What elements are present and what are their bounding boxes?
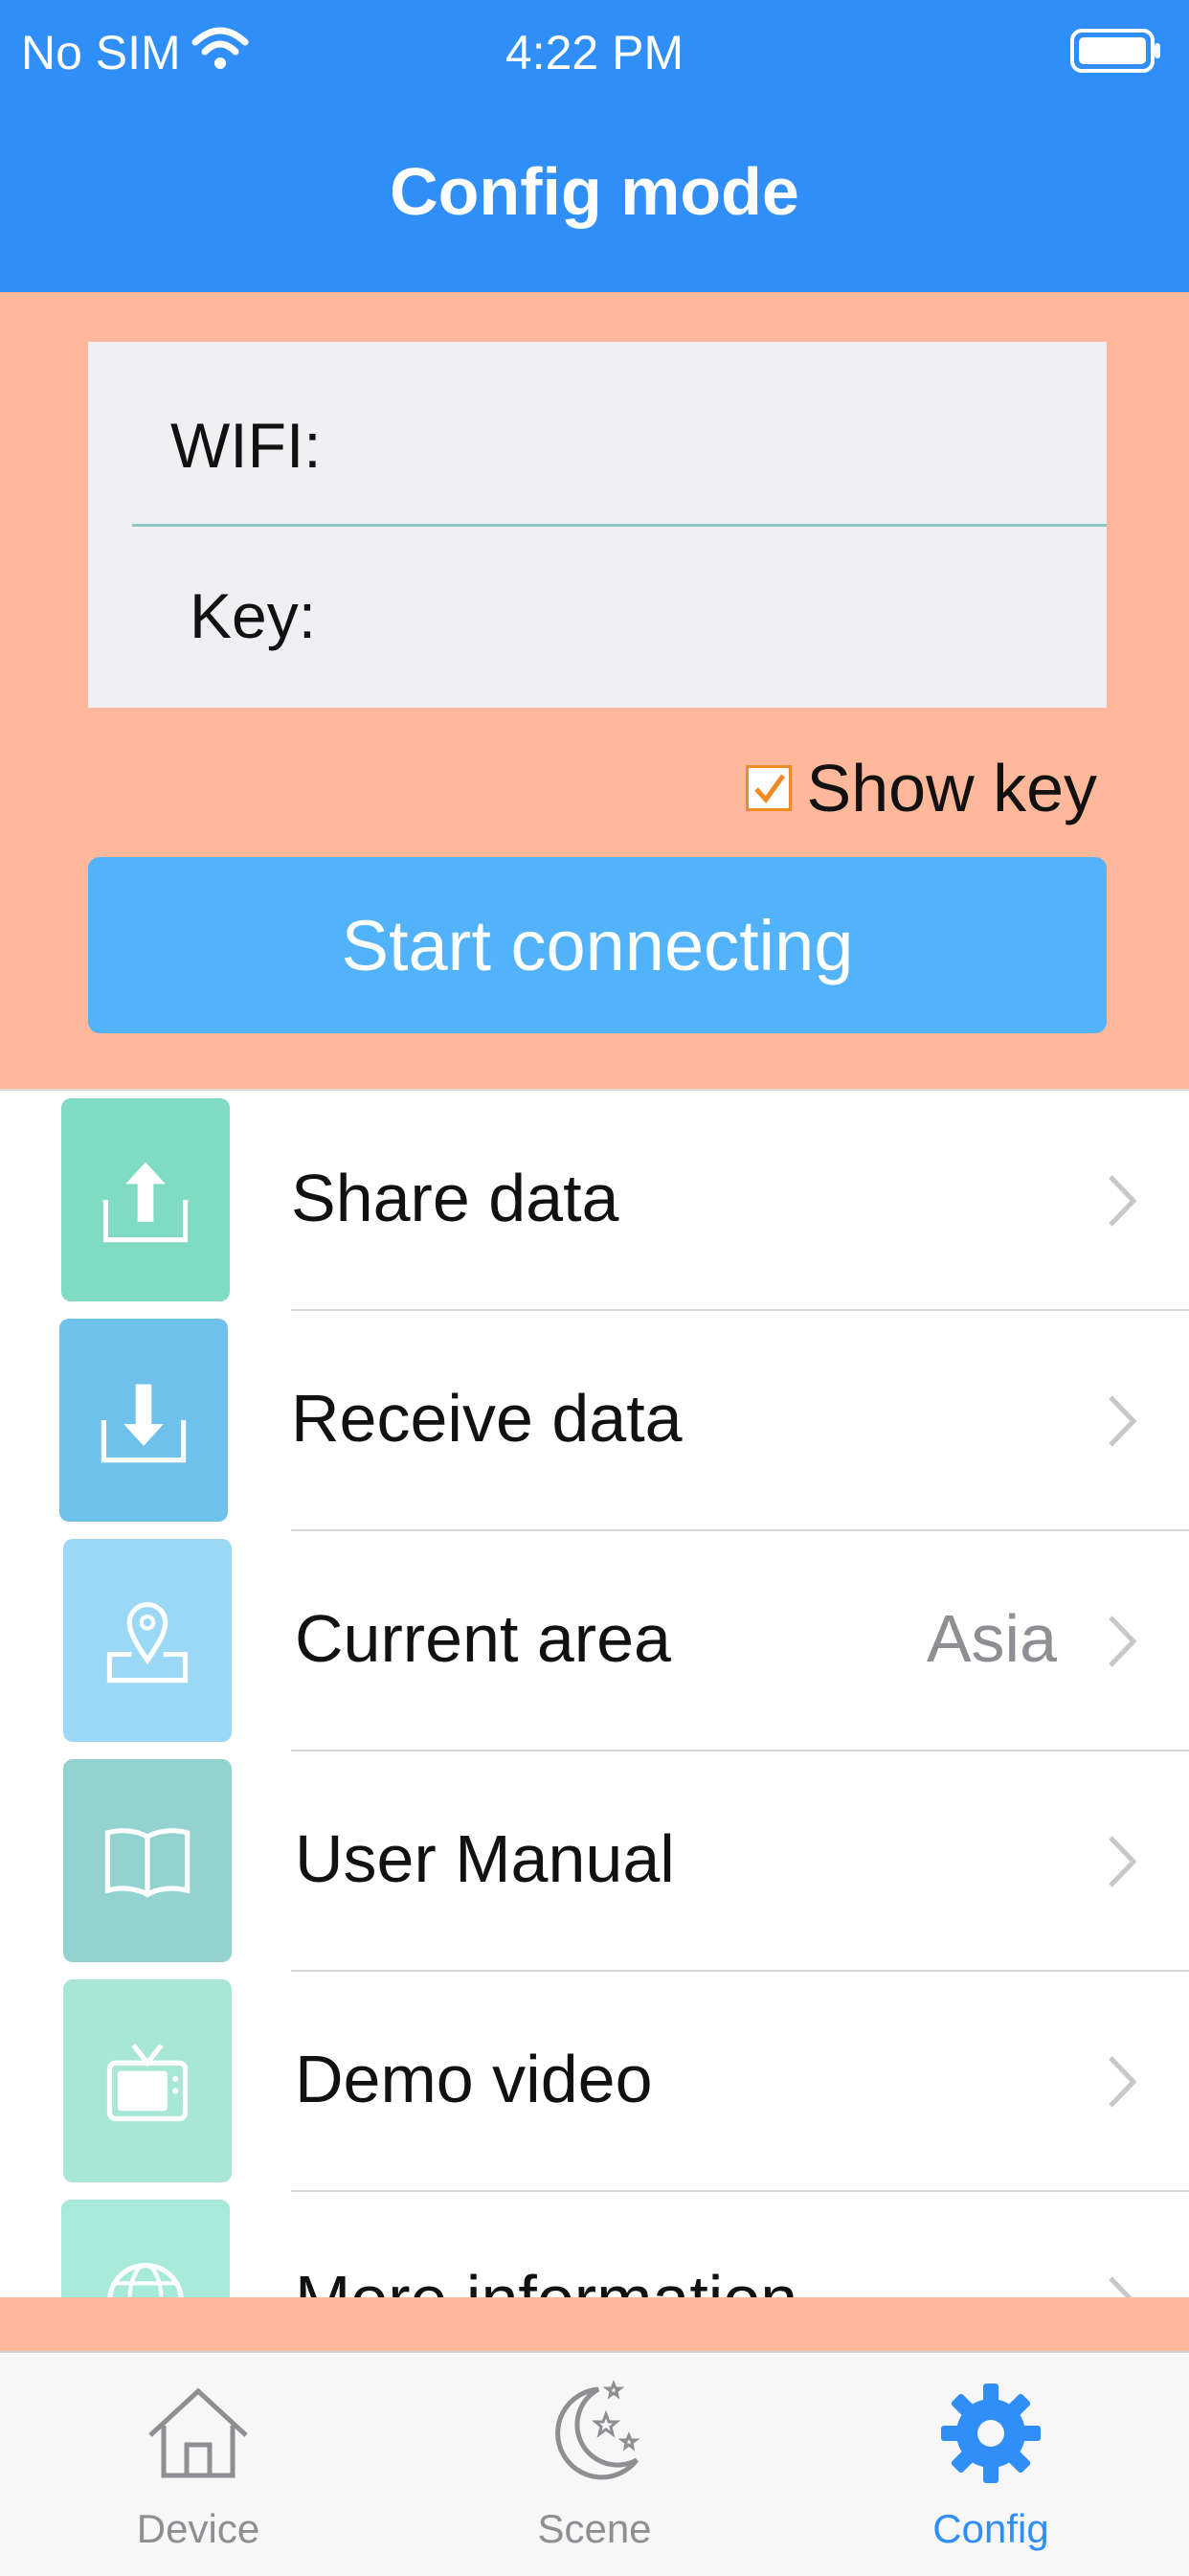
status-bar: No SIM 4:22 PM	[0, 17, 1189, 84]
video-tile	[63, 1979, 232, 2182]
key-label: Key:	[190, 580, 317, 651]
config-panel: WIFI: Key: Show key Start connecting	[0, 292, 1189, 1089]
show-key-label: Show key	[806, 751, 1097, 825]
list-item-label: User Manual	[295, 1821, 675, 1896]
chevron-right-icon	[1109, 1616, 1137, 1667]
receive-tile	[59, 1319, 228, 1522]
wifi-label: WIFI:	[170, 410, 322, 481]
bottom-strip	[0, 2297, 1189, 2351]
chevron-right-icon	[1109, 1175, 1137, 1227]
chevron-right-icon	[1109, 1836, 1137, 1887]
manual-tile	[63, 1759, 232, 1962]
list-item-more-information[interactable]: More information	[0, 2192, 1189, 2299]
list-item-receive-data[interactable]: Receive data	[0, 1311, 1189, 1531]
list-item-label: Current area	[295, 1601, 671, 1676]
house-icon	[148, 2387, 248, 2478]
wifi-field[interactable]	[327, 401, 1088, 499]
battery-icon	[1070, 29, 1160, 73]
tab-label: Config	[932, 2506, 1049, 2551]
show-key-checkbox[interactable]	[745, 765, 792, 811]
tab-label: Scene	[537, 2506, 652, 2551]
menu-list: Share data Receive data Current area Asi…	[0, 1089, 1189, 2299]
receive-download-icon	[101, 1384, 187, 1463]
list-item-label: More information	[295, 2262, 798, 2299]
clock: 4:22 PM	[505, 26, 684, 79]
list-item-demo-video[interactable]: Demo video	[0, 1972, 1189, 2192]
key-field[interactable]	[327, 572, 1088, 669]
tab-config[interactable]: Config	[793, 2353, 1189, 2576]
gear-icon	[941, 2384, 1041, 2483]
list-item-label: Demo video	[295, 2042, 653, 2116]
list-item-user-manual[interactable]: User Manual	[0, 1751, 1189, 1972]
moon-stars-icon	[555, 2379, 640, 2480]
chevron-right-icon	[1109, 1395, 1137, 1447]
start-connecting-button[interactable]: Start connecting	[88, 857, 1107, 1033]
page-title: Config mode	[390, 154, 799, 229]
tab-label: Device	[136, 2506, 260, 2551]
chevron-right-icon	[1109, 2056, 1137, 2108]
form-divider	[132, 524, 1107, 527]
list-item-label: Receive data	[291, 1381, 683, 1456]
show-key-toggle[interactable]: Show key	[745, 750, 1097, 826]
list-item-share-data[interactable]: Share data	[0, 1091, 1189, 1311]
checkmark-icon	[753, 774, 785, 803]
location-pin-icon	[106, 1602, 189, 1683]
share-tile	[61, 1098, 230, 1301]
tab-bar: Device Scene Config	[0, 2351, 1189, 2576]
list-item-label: Share data	[291, 1161, 619, 1235]
book-icon	[104, 1828, 191, 1898]
tv-icon	[106, 2043, 189, 2122]
info-tile	[61, 2200, 230, 2299]
tab-scene[interactable]: Scene	[396, 2353, 793, 2576]
wifi-form: WIFI: Key:	[88, 342, 1107, 708]
tab-device[interactable]: Device	[0, 2353, 396, 2576]
header: No SIM 4:22 PM Config mode	[0, 0, 1189, 292]
globe-icon	[107, 2262, 184, 2299]
chevron-right-icon	[1109, 2276, 1134, 2299]
area-tile	[63, 1539, 232, 1742]
current-area-value: Asia	[926, 1601, 1057, 1676]
share-upload-icon	[102, 1162, 189, 1243]
list-item-current-area[interactable]: Current area Asia	[0, 1531, 1189, 1751]
